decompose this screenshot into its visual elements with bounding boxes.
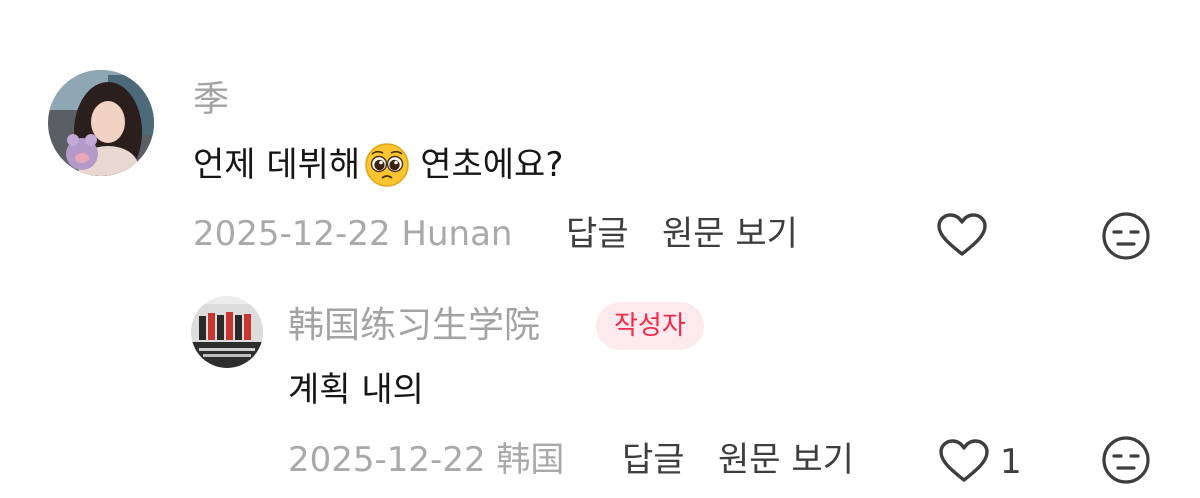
author-badge: 작성자 bbox=[596, 302, 704, 350]
like-button[interactable] bbox=[937, 436, 991, 486]
view-original-button[interactable]: 원문 보기 bbox=[718, 440, 854, 480]
react-button[interactable] bbox=[1100, 434, 1152, 486]
comment-date-location: 2025-12-22 Hunan bbox=[193, 214, 513, 254]
avatar[interactable] bbox=[48, 70, 154, 176]
reply-button[interactable]: 답글 bbox=[622, 440, 685, 480]
avatar[interactable] bbox=[191, 296, 263, 368]
comment-text-before: 언제 데뷔해 bbox=[193, 145, 361, 185]
neutral-face-icon bbox=[1102, 436, 1150, 484]
avatar-image bbox=[48, 70, 154, 176]
comment-text-after: 연초에요? bbox=[420, 145, 564, 185]
heart-outline-icon bbox=[939, 439, 989, 482]
reply-button[interactable]: 답글 bbox=[566, 214, 629, 254]
like-count: 1 bbox=[1000, 442, 1022, 482]
view-original-button[interactable]: 원문 보기 bbox=[662, 214, 798, 254]
reply-username[interactable]: 韩国练习生学院 bbox=[288, 306, 540, 346]
comment-text: 언제 데뷔해 연초에요? bbox=[193, 142, 563, 188]
neutral-face-icon bbox=[1102, 212, 1150, 260]
like-button[interactable] bbox=[935, 210, 989, 260]
reply-date-location: 2025-12-22 韩国 bbox=[288, 440, 565, 480]
pleading-face-icon bbox=[364, 142, 410, 188]
avatar-image bbox=[191, 296, 263, 368]
heart-outline-icon bbox=[937, 213, 987, 256]
comment-username[interactable]: 季 bbox=[193, 80, 229, 120]
react-button[interactable] bbox=[1100, 210, 1152, 262]
reply-text: 계획 내의 bbox=[288, 370, 424, 410]
